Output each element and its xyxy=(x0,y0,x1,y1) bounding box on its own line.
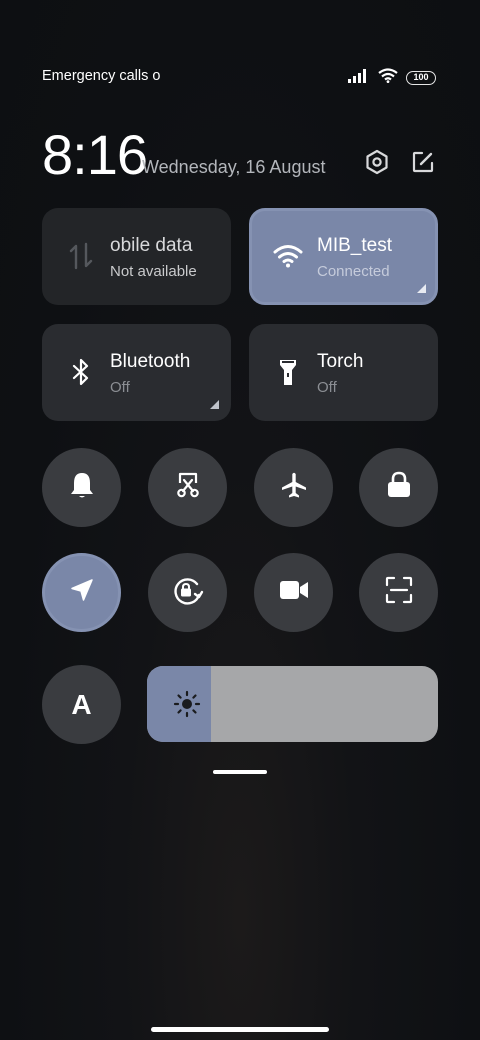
toggle-auto-brightness[interactable]: A xyxy=(42,665,121,744)
tile-mobile-data-title: obile data xyxy=(110,235,193,256)
location-icon xyxy=(70,578,94,607)
settings-icon[interactable] xyxy=(363,148,391,176)
toggle-rotation-lock[interactable] xyxy=(148,553,227,632)
tile-bluetooth[interactable]: Bluetooth Off xyxy=(42,324,231,421)
airplane-icon xyxy=(280,471,308,504)
tile-wifi-status: Connected xyxy=(317,263,390,280)
tile-wifi[interactable]: MIB_test Connected xyxy=(249,208,438,305)
toggle-screen-recorder[interactable] xyxy=(254,553,333,632)
rotation-lock-icon xyxy=(172,575,204,610)
tile-wifi-title: MIB_test xyxy=(317,235,392,256)
tile-expand-indicator[interactable] xyxy=(417,284,426,293)
scanner-icon xyxy=(385,576,413,609)
status-bar: Emergency calls o 100 xyxy=(42,66,436,88)
toggle-mute[interactable] xyxy=(42,448,121,527)
panel-drag-handle[interactable] xyxy=(213,770,267,774)
toggle-location[interactable] xyxy=(42,553,121,632)
status-icons: 100 xyxy=(348,68,436,88)
wifi-icon xyxy=(273,241,303,271)
toggle-lock-screen[interactable] xyxy=(359,448,438,527)
edit-icon[interactable] xyxy=(409,148,437,176)
clock-time: 8:16 xyxy=(42,123,148,186)
tile-expand-indicator[interactable] xyxy=(210,400,219,409)
tile-torch-status: Off xyxy=(317,379,337,396)
torch-icon xyxy=(273,357,303,387)
wifi-icon xyxy=(378,68,398,88)
date-label: Wednesday, 16 August xyxy=(142,157,326,177)
tile-torch[interactable]: Torch Off xyxy=(249,324,438,421)
toggle-scanner[interactable] xyxy=(359,553,438,632)
signal-icon xyxy=(348,68,370,88)
tile-mobile-data[interactable]: obile data Not available xyxy=(42,208,231,305)
lock-icon xyxy=(387,471,411,504)
tile-bluetooth-title: Bluetooth xyxy=(110,351,191,372)
mobile-data-icon xyxy=(66,241,96,271)
home-indicator[interactable] xyxy=(151,1027,329,1032)
toggle-airplane-mode[interactable] xyxy=(254,448,333,527)
screenshot-icon xyxy=(174,471,202,504)
brightness-slider[interactable] xyxy=(147,666,438,742)
brightness-icon xyxy=(173,690,201,718)
tile-mobile-data-status: Not available xyxy=(110,263,197,280)
bell-icon xyxy=(69,471,95,504)
toggle-screenshot[interactable] xyxy=(148,448,227,527)
carrier-status-text: Emergency calls o xyxy=(42,68,161,84)
tile-torch-title: Torch xyxy=(317,351,364,372)
header: 8:16 Wednesday, 16 August xyxy=(42,122,438,186)
auto-brightness-label: A xyxy=(71,688,92,720)
bluetooth-icon xyxy=(66,357,96,387)
battery-icon: 100 xyxy=(406,71,436,85)
tile-bluetooth-status: Off xyxy=(110,379,130,396)
video-icon xyxy=(279,579,309,606)
